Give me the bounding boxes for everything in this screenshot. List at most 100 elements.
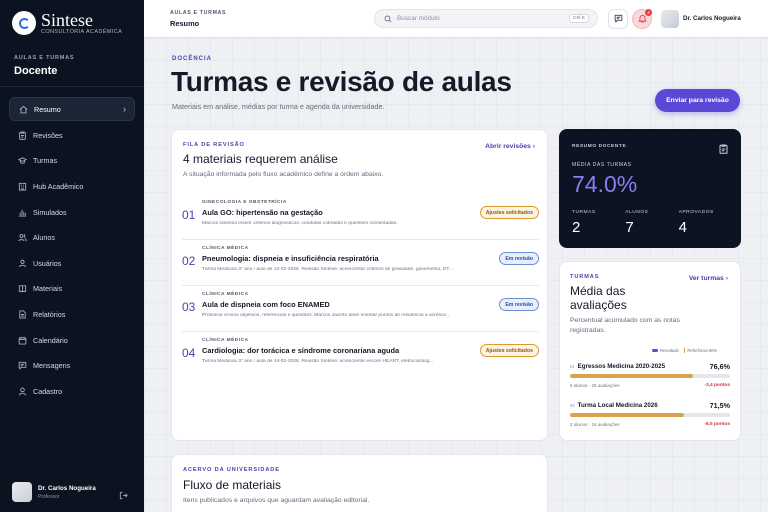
- sidebar-item-alunos[interactable]: Alunos: [9, 225, 135, 251]
- class-index: 01: [570, 364, 575, 369]
- item-category: CLÍNICA MÉDICA: [202, 292, 249, 297]
- class-meta: 5 alunos · 25 avaliações: [570, 383, 620, 388]
- item-description: Professor enviou objetivos, referências …: [202, 313, 451, 318]
- open-reviews-link[interactable]: Abrir revisões ›: [485, 143, 535, 150]
- sidebar-item-usuarios[interactable]: Usuários: [9, 251, 135, 277]
- logout-icon[interactable]: [119, 487, 128, 505]
- sidebar-eyebrow: AULAS E TURMAS: [14, 55, 75, 61]
- sidebar-item-revisoes[interactable]: Revisões: [9, 123, 135, 149]
- item-category: CLÍNICA MÉDICA: [202, 338, 249, 343]
- card-title: Fluxo de materiais: [183, 478, 282, 492]
- sidebar-role: Docente: [14, 65, 58, 77]
- item-description: Marcos solicitou inserir critérios diagn…: [202, 221, 398, 226]
- search-input[interactable]: Buscar módulo Ctrl K: [374, 9, 598, 28]
- stat-label: TURMAS: [572, 210, 596, 215]
- sidebar-item-resumo[interactable]: Resumo ›: [9, 97, 135, 121]
- sidebar-item-label: Revisões: [33, 130, 63, 140]
- item-title: Cardiologia: dor torácica e síndrome cor…: [202, 346, 400, 355]
- sidebar-item-materiais[interactable]: Materiais: [9, 276, 135, 302]
- item-category: CLÍNICA MÉDICA: [202, 246, 249, 251]
- list-item[interactable]: 04 CLÍNICA MÉDICA Cardiologia: dor torác…: [182, 336, 539, 379]
- card-title: Média das avaliações: [570, 284, 627, 312]
- sidebar-item-cadastro[interactable]: Cadastro: [9, 379, 135, 405]
- sidebar-item-label: Hub Acadêmico: [33, 182, 84, 192]
- sidebar-nav: Resumo › Revisões Turmas Hub Acadêmico S…: [9, 97, 135, 404]
- brand-subtitle: CONSULTORIA ACADÊMICA: [41, 28, 123, 35]
- class-delta: -8,5 pontos: [704, 422, 730, 427]
- progress-fill: [570, 413, 685, 417]
- topbar-user-name[interactable]: Dr. Carlos Nogueira: [683, 15, 741, 22]
- status-badge: Ajustes solicitados: [479, 344, 539, 357]
- message-icon: [17, 361, 27, 371]
- user-icon: [17, 386, 27, 396]
- page-title-small: Resumo: [170, 19, 200, 28]
- sidebar-item-label: Usuários: [33, 258, 62, 268]
- card-eyebrow: TURMAS: [570, 274, 600, 280]
- divider: [182, 285, 539, 286]
- sidebar-item-relatorios[interactable]: Relatórios: [9, 302, 135, 328]
- class-name-text: Turma Local Medicina 2026: [577, 402, 658, 409]
- card-subtitle: A situação informada pelo fluxo acadêmic…: [183, 171, 384, 178]
- link-label: Ver turmas: [688, 275, 724, 282]
- search-shortcut: Ctrl K: [569, 14, 589, 23]
- sidebar-item-label: Materiais: [33, 284, 63, 294]
- status-badge: Ajustes solicitados: [479, 206, 539, 219]
- sidebar-item-mensagens[interactable]: Mensagens: [9, 353, 135, 379]
- progress-fill: [570, 374, 693, 378]
- list-item[interactable]: 02 CLÍNICA MÉDICA Pneumologia: dispneia …: [182, 244, 539, 287]
- sidebar-item-hub-academico[interactable]: Hub Acadêmico: [9, 174, 135, 200]
- item-description: Turma Medicina 3º ano / aula de 12-02-20…: [202, 267, 453, 272]
- view-classes-link[interactable]: Ver turmas ›: [689, 275, 728, 282]
- sidebar: Sintese CONSULTORIA ACADÊMICA AULAS E TU…: [0, 0, 144, 512]
- metric-label: MÉDIA DAS TURMAS: [572, 162, 632, 168]
- sidebar-item-label: Simulados: [33, 207, 67, 217]
- brand-logo[interactable]: Sintese CONSULTORIA ACADÊMICA: [12, 11, 122, 35]
- progress-track: [570, 413, 730, 417]
- metric-value: 74.0%: [572, 171, 638, 197]
- sidebar-item-simulados[interactable]: Simulados: [9, 199, 135, 225]
- legend-reference-label: Referência 80%: [687, 348, 718, 353]
- sidebar-item-turmas[interactable]: Turmas: [9, 148, 135, 174]
- stat-value: 2: [572, 219, 581, 236]
- teacher-summary-card: RESUMO DOCENTE MÉDIA DAS TURMAS 74.0% TU…: [559, 129, 741, 248]
- card-title: 4 materiais requerem análise: [183, 152, 338, 166]
- card-subtitle: Itens publicados e arquivos que aguardam…: [183, 497, 370, 504]
- avatar[interactable]: [661, 10, 679, 28]
- list-item[interactable]: 03 CLÍNICA MÉDICA Aula de dispneia com f…: [182, 290, 539, 333]
- sidebar-item-calendario[interactable]: Calendário: [9, 327, 135, 353]
- page-eyebrow: DOCÊNCIA: [172, 56, 213, 62]
- card-eyebrow: FILA DE REVISÃO: [183, 142, 245, 148]
- sidebar-user-role: Professor: [38, 493, 60, 500]
- notifications-button[interactable]: 4: [632, 9, 652, 29]
- notification-count-badge: 4: [645, 9, 652, 16]
- list-item[interactable]: 01 GINECOLOGIA E OBSTETRÍCIA Aula GO: hi…: [182, 198, 539, 241]
- file-text-icon: [17, 310, 27, 320]
- class-name-text: Egressos Medicina 2020-2025: [577, 363, 666, 370]
- class-delta: -3,4 pontos: [704, 383, 730, 388]
- main-content: DOCÊNCIA Turmas e revisão de aulas Mater…: [144, 38, 768, 512]
- sidebar-item-label: Cadastro: [33, 386, 63, 396]
- sidebar-item-label: Relatórios: [33, 310, 66, 320]
- chat-icon: [614, 10, 623, 28]
- stat-value: 4: [678, 219, 687, 236]
- item-category: GINECOLOGIA E OBSTETRÍCIA: [202, 200, 287, 205]
- messages-button[interactable]: [608, 9, 628, 29]
- page-title: Turmas e revisão de aulas: [171, 66, 512, 97]
- sidebar-item-label: Alunos: [33, 233, 55, 243]
- users-icon: [17, 233, 27, 243]
- card-eyebrow: RESUMO DOCENTE: [572, 144, 627, 149]
- avatar[interactable]: [12, 482, 32, 502]
- stat-value: 7: [625, 219, 634, 236]
- sidebar-user: Dr. Carlos Nogueira Professor: [12, 482, 134, 502]
- chart-legend: Resultado Referência 80%: [652, 348, 717, 353]
- card-eyebrow: ACERVO DA UNIVERSIDADE: [183, 467, 280, 473]
- class-index: 02: [570, 403, 575, 408]
- class-average-value: 71,5%: [709, 401, 730, 410]
- stat-alunos: ALUNOS 7: [625, 210, 678, 236]
- status-badge: Em revisão: [499, 252, 539, 265]
- card-subtitle: Percentual acumulado com as notas regist…: [570, 317, 680, 334]
- send-for-review-button[interactable]: Enviar para revisão: [655, 89, 740, 112]
- summary-stats: TURMAS 2 ALUNOS 7 APROVADOS 4: [572, 210, 732, 236]
- stat-aprovados: APROVADOS 4: [679, 210, 732, 236]
- link-label: Abrir revisões: [485, 143, 531, 150]
